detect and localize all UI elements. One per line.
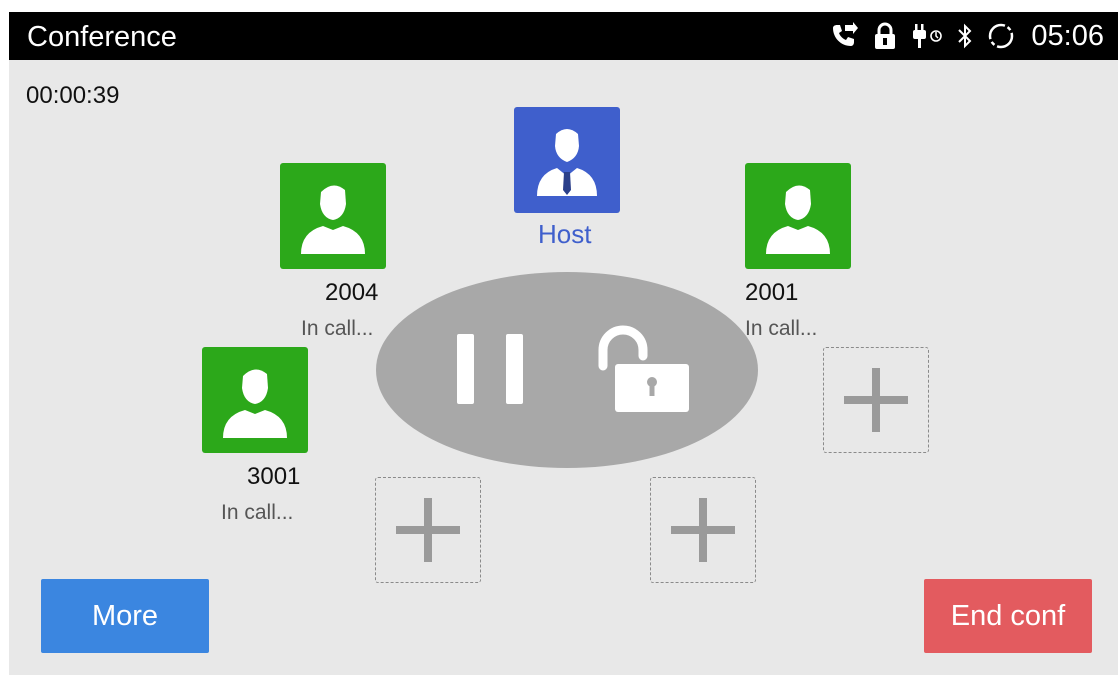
- person-icon: [766, 185, 830, 254]
- lock-icon: [873, 22, 897, 50]
- participant-number: 2001: [745, 279, 799, 306]
- participant-status: In call...: [221, 501, 294, 524]
- status-icons: 05:06: [829, 18, 1104, 54]
- pause-button[interactable]: [457, 334, 523, 406]
- add-participant-slot[interactable]: [823, 347, 929, 453]
- host-person-icon: [537, 129, 597, 196]
- more-button[interactable]: More: [41, 579, 209, 653]
- sync-icon: [987, 22, 1015, 50]
- participant-status: In call...: [745, 317, 818, 340]
- status-time: 05:06: [1031, 20, 1104, 52]
- conference-controls: [376, 272, 758, 468]
- pause-icon: [506, 334, 523, 404]
- participant-number: 3001: [247, 463, 301, 490]
- participant-avatar-2001[interactable]: [745, 163, 851, 269]
- unlocked-icon: [598, 325, 689, 412]
- status-bar: Conference 05:06: [9, 12, 1118, 60]
- add-participant-slot[interactable]: [375, 477, 481, 583]
- add-participant-slot[interactable]: [650, 477, 756, 583]
- pause-icon: [457, 334, 474, 404]
- host-avatar[interactable]: [514, 107, 620, 213]
- plus-icon: [844, 368, 908, 432]
- call-duration: 00:00:39: [26, 82, 120, 109]
- end-conference-button[interactable]: End conf: [924, 579, 1092, 653]
- host-label: Host: [538, 219, 592, 249]
- participant-status: In call...: [301, 317, 374, 340]
- person-icon: [223, 369, 287, 438]
- app-title: Conference: [27, 21, 177, 53]
- participant-number: 2004: [325, 279, 379, 306]
- participant-avatar-2004[interactable]: [280, 163, 386, 269]
- power-plug-icon: [911, 22, 943, 50]
- person-icon: [301, 185, 365, 254]
- plus-icon: [396, 498, 460, 562]
- participant-avatar-3001[interactable]: [202, 347, 308, 453]
- bluetooth-icon: [957, 22, 973, 50]
- call-forward-icon: [829, 22, 859, 50]
- lock-button[interactable]: [588, 324, 698, 414]
- conference-screen: Conference 05:06 00:00:39 Host 2004 In c…: [9, 12, 1118, 675]
- plus-icon: [671, 498, 735, 562]
